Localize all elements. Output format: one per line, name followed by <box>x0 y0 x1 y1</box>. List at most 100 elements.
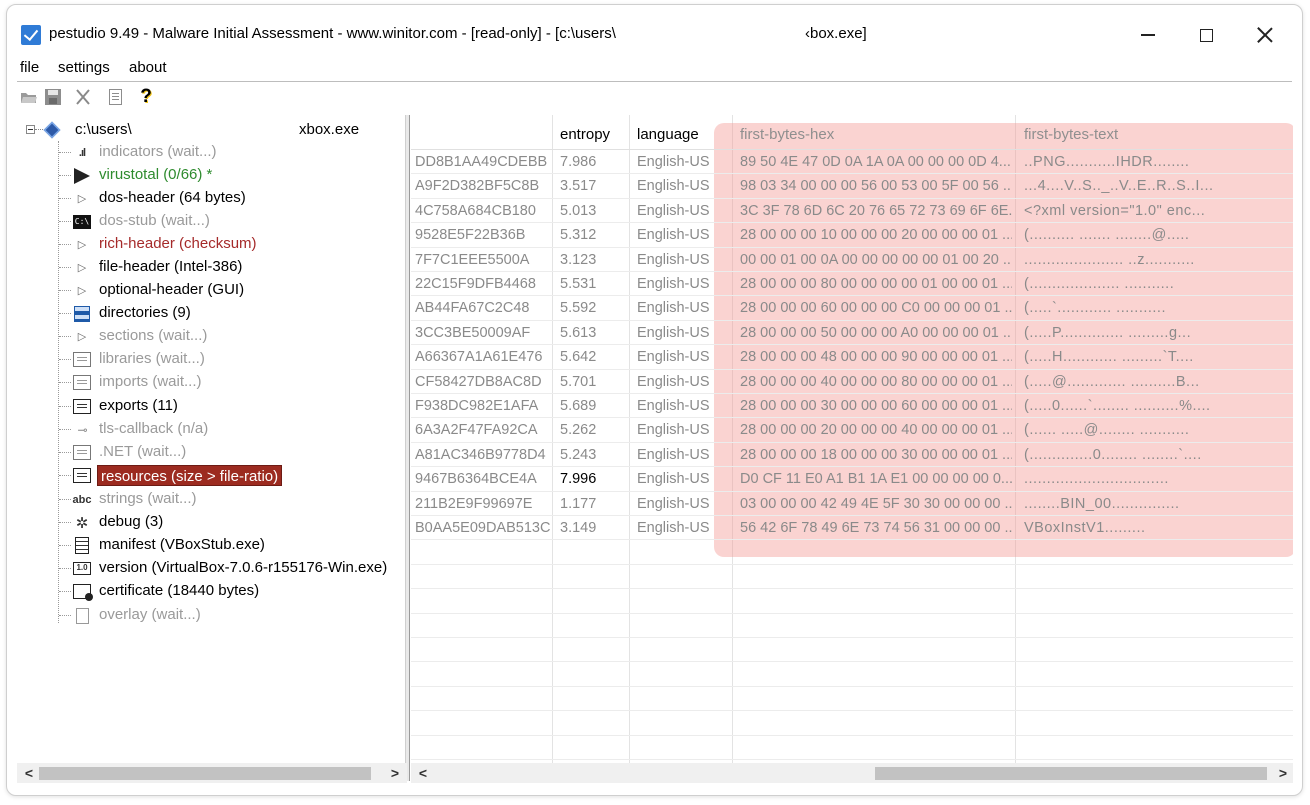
text-cell: (...... .....@........ ........... <box>1024 422 1190 439</box>
table-row[interactable]: 211B2E9F99697E 1.177 English-US 03 00 00 00… <box>411 492 1293 516</box>
resources-icon <box>71 467 93 484</box>
tree-item-imports[interactable]: imports (wait...) <box>17 371 406 394</box>
tree-item-indicators[interactable]: .ıl indicators (wait...) <box>17 141 406 164</box>
menu-divider <box>17 81 1292 82</box>
tree-item-optional-header[interactable]: ▷ optional-header (GUI) <box>17 279 406 302</box>
scrollbar-thumb[interactable] <box>39 767 371 780</box>
table-row[interactable]: A9F2D382BF5C8B 3.517 English-US 98 03 34 00… <box>411 174 1293 199</box>
table-row[interactable]: 6A3A2F47FA92CA 5.262 English-US 28 00 00 00… <box>411 418 1293 443</box>
tree-item-version[interactable]: 1.0 version (VirtualBox-7.0.6-r155176-Wi… <box>17 557 406 580</box>
clipboard-icon[interactable] <box>105 87 125 107</box>
table-row[interactable]: AB44FA67C2C48 5.592 English-US 28 00 00 00 … <box>411 296 1293 321</box>
menu-file[interactable]: file <box>20 59 39 76</box>
tree-item-resources[interactable]: resources (size > file-ratio) <box>17 464 406 487</box>
minimize-button[interactable] <box>1125 19 1171 51</box>
bug-icon: ✲ <box>75 514 89 532</box>
terminal-icon: C:\ <box>71 213 93 230</box>
maximize-button[interactable] <box>1183 19 1229 51</box>
title-bar: pestudio 9.49 - Malware Initial Assessme… <box>7 5 1302 61</box>
import-icon <box>71 374 93 391</box>
header-entropy[interactable]: entropy <box>560 126 610 143</box>
table-row[interactable]: A81AC346B9778D4 5.243 English-US 28 00 00 0… <box>411 443 1293 468</box>
table-row[interactable]: 22C15F9DFB4468 5.531 English-US 28 00 00 00… <box>411 272 1293 297</box>
hex-cell: 89 50 4E 47 0D 0A 1A 0A 00 00 00 0D 4... <box>740 154 1011 170</box>
language-cell: English-US <box>637 446 710 463</box>
text-cell: (.....`............ ........... <box>1024 300 1166 317</box>
tree-item-dotnet[interactable]: .NET (wait...) <box>17 441 406 464</box>
header-language[interactable]: language <box>637 126 699 143</box>
scroll-left-arrow-icon[interactable]: < <box>19 763 39 783</box>
table-row[interactable]: 9528E5F22B36B 5.312 English-US 28 00 00 00 … <box>411 223 1293 248</box>
text-cell: ................................ <box>1024 471 1169 488</box>
save-icon[interactable] <box>43 87 63 107</box>
header-first-bytes-text[interactable]: first-bytes-text <box>1024 126 1118 143</box>
table-row[interactable]: DD8B1AA49CDEBB 7.986 English-US 89 50 4E 47… <box>411 150 1293 175</box>
hash-cell: A66367A1A61E476 <box>415 349 543 366</box>
language-cell: English-US <box>637 276 710 292</box>
table-row[interactable]: 3CC3BE50009AF 5.613 English-US 28 00 00 00 … <box>411 321 1293 346</box>
table-row <box>411 687 1293 712</box>
menu-settings[interactable]: settings <box>58 59 110 76</box>
scroll-left-arrow-icon[interactable]: < <box>413 763 433 783</box>
cut-icon[interactable] <box>73 87 93 107</box>
table-row[interactable]: F938DC982E1AFA 5.689 English-US 28 00 00 00… <box>411 394 1293 419</box>
version-icon: 1.0 <box>71 560 93 577</box>
tree-item-libraries[interactable]: libraries (wait...) <box>17 348 406 371</box>
entropy-cell: 5.613 <box>560 324 597 341</box>
table-horizontal-scrollbar[interactable]: < > <box>411 763 1293 783</box>
entropy-cell: 5.689 <box>560 398 597 414</box>
scroll-right-arrow-icon[interactable]: > <box>1273 763 1293 783</box>
table-row[interactable]: CF58427DB8AC8D 5.701 English-US 28 00 00 00… <box>411 370 1293 394</box>
language-cell: English-US <box>637 373 710 390</box>
scrollbar-thumb[interactable] <box>875 767 1267 780</box>
tree-item-strings[interactable]: abc strings (wait...) <box>17 488 406 511</box>
hex-cell: 28 00 00 00 60 00 00 00 C0 00 00 00 01 .… <box>740 300 1012 317</box>
menu-about[interactable]: about <box>129 59 167 76</box>
tree-item-virustotal[interactable]: virustotal (0/66) * <box>17 164 406 187</box>
triangle-icon: ▷ <box>77 193 87 205</box>
table-row[interactable]: A66367A1A61E476 5.642 English-US 28 00 00 0… <box>411 345 1293 370</box>
scroll-right-arrow-icon[interactable]: > <box>385 763 405 783</box>
hex-cell: 98 03 34 00 00 00 56 00 53 00 5F 00 56 .… <box>740 178 1012 195</box>
pane-splitter[interactable] <box>405 115 410 781</box>
hex-cell: 3C 3F 78 6D 6C 20 76 65 72 73 69 6F 6E..… <box>740 202 1012 219</box>
tree-item-rich-header[interactable]: ▷ rich-header (checksum) <box>17 233 406 256</box>
directories-icon <box>71 305 93 322</box>
tree-item-tls-callback[interactable]: ⊸ tls-callback (n/a) <box>17 418 406 441</box>
language-cell: English-US <box>637 398 710 414</box>
tree-item-directories[interactable]: directories (9) <box>17 302 406 325</box>
collapse-toggle-icon[interactable] <box>26 125 35 134</box>
tree-item-file-header[interactable]: ▷ file-header (Intel-386) <box>17 256 406 279</box>
triangle-hollow-icon: ▷ <box>77 262 87 274</box>
hash-cell: A81AC346B9778D4 <box>415 446 546 463</box>
language-cell: English-US <box>637 251 710 268</box>
tree-root[interactable]: c:\users\ xbox.exe <box>17 119 406 141</box>
page-icon <box>71 607 93 624</box>
hash-cell: 211B2E9F99697E <box>415 495 533 512</box>
table-row[interactable]: B0AA5E09DAB513C 3.149 English-US 56 42 6F 7… <box>411 516 1293 541</box>
tree-item-dos-header[interactable]: ▷ dos-header (64 bytes) <box>17 187 406 210</box>
tree-item-manifest[interactable]: manifest (VBoxStub.exe) <box>17 534 406 557</box>
table-row[interactable]: 7F7C1EEE5500A 3.123 English-US 00 00 01 00 … <box>411 248 1293 272</box>
entropy-cell: 7.986 <box>560 154 597 170</box>
table-row[interactable]: 4C758A684CB180 5.013 English-US 3C 3F 78 6D… <box>411 199 1293 224</box>
table-row <box>411 711 1293 736</box>
tree-horizontal-scrollbar[interactable]: < > <box>17 763 407 783</box>
header-first-bytes-hex[interactable]: first-bytes-hex <box>740 126 834 143</box>
open-folder-icon[interactable] <box>19 87 39 107</box>
close-button[interactable] <box>1242 19 1288 51</box>
tree-item-exports[interactable]: exports (11) <box>17 395 406 418</box>
text-cell: VBoxInstV1......... <box>1024 520 1146 536</box>
text-cell: ...4....V..S.._..V..E..R..S..I... <box>1024 178 1214 195</box>
hex-cell: 28 00 00 00 30 00 00 00 60 00 00 00 01 .… <box>740 398 1012 414</box>
hash-cell: CF58427DB8AC8D <box>415 373 542 390</box>
tree-item-sections[interactable]: ▷ sections (wait...) <box>17 325 406 348</box>
tree-item-certificate[interactable]: certificate (18440 bytes) <box>17 580 406 603</box>
help-icon[interactable]: ? <box>136 86 156 107</box>
entropy-cell: 5.592 <box>560 300 597 317</box>
tree-item-overlay[interactable]: overlay (wait...) <box>17 604 406 627</box>
tree-item-dos-stub[interactable]: C:\ dos-stub (wait...) <box>17 210 406 233</box>
maximize-icon <box>1199 28 1213 42</box>
tree-item-debug[interactable]: ✲ debug (3) <box>17 511 406 534</box>
table-row[interactable]: 9467B6364BCE4A 7.996 English-US D0 CF 11 E0… <box>411 467 1293 492</box>
